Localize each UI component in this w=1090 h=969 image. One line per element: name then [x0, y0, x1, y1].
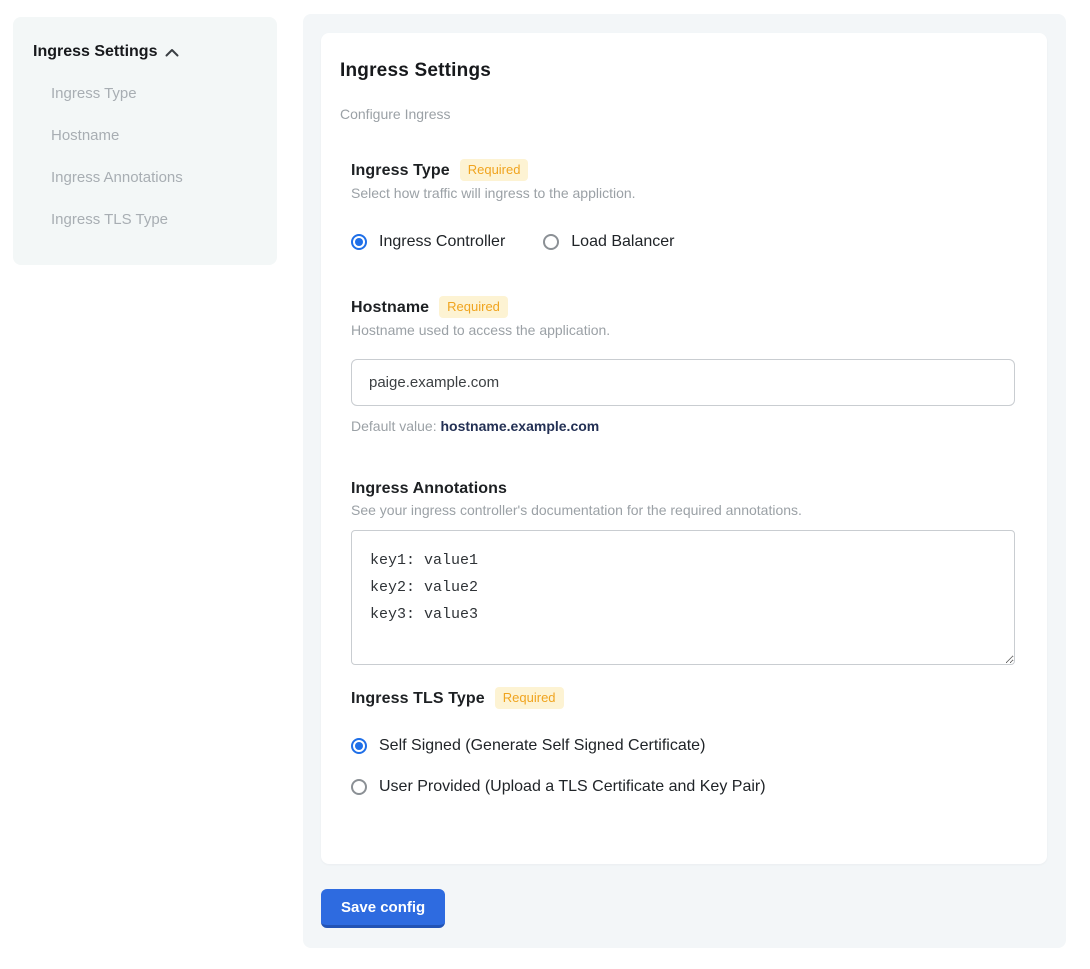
hostname-label-row: Hostname Required: [351, 296, 1015, 318]
sidebar-item-ingress-annotations[interactable]: Ingress Annotations: [51, 169, 257, 187]
radio-option-user-provided[interactable]: User Provided (Upload a TLS Certificate …: [351, 777, 1015, 797]
radio-selected-icon[interactable]: [351, 738, 367, 754]
ingress-settings-card: Ingress Settings Configure Ingress Ingre…: [321, 33, 1047, 864]
hostname-help: Hostname used to access the application.: [351, 322, 1015, 339]
sidebar-group-label: Ingress Settings: [33, 43, 157, 61]
settings-sidebar: Ingress Settings Ingress Type Hostname I…: [13, 17, 277, 265]
radio-option-load-balancer[interactable]: Load Balancer: [543, 232, 674, 252]
section-hostname: Hostname Required Hostname used to acces…: [351, 296, 1015, 435]
chevron-up-icon: [165, 48, 179, 57]
radio-option-self-signed[interactable]: Self Signed (Generate Self Signed Certif…: [351, 736, 1015, 756]
required-badge: Required: [460, 159, 529, 181]
radio-label: Load Balancer: [571, 232, 674, 252]
required-badge: Required: [439, 296, 508, 318]
radio-unselected-icon[interactable]: [543, 234, 559, 250]
default-value-text: hostname.example.com: [441, 418, 600, 434]
sidebar-item-ingress-tls-type[interactable]: Ingress TLS Type: [51, 211, 257, 229]
radio-option-ingress-controller[interactable]: Ingress Controller: [351, 232, 505, 252]
ingress-type-label: Ingress Type: [351, 161, 450, 180]
section-ingress-type: Ingress Type Required Select how traffic…: [351, 159, 1015, 252]
sidebar-item-list: Ingress Type Hostname Ingress Annotation…: [51, 85, 257, 229]
form-sections: Ingress Type Required Select how traffic…: [351, 159, 1015, 797]
section-ingress-annotations: Ingress Annotations See your ingress con…: [351, 479, 1015, 665]
section-ingress-tls-type: Ingress TLS Type Required Self Signed (G…: [351, 687, 1015, 797]
tls-label: Ingress TLS Type: [351, 689, 485, 708]
annotations-textarea[interactable]: key1: value1 key2: value2 key3: value3: [351, 530, 1015, 665]
tls-label-row: Ingress TLS Type Required: [351, 687, 1015, 709]
radio-label: Ingress Controller: [379, 232, 505, 252]
hostname-label: Hostname: [351, 298, 429, 317]
hostname-default-note: Default value: hostname.example.com: [351, 418, 1015, 435]
sidebar-item-ingress-type[interactable]: Ingress Type: [51, 85, 257, 103]
page-subtitle: Configure Ingress: [340, 106, 1015, 123]
save-config-button[interactable]: Save config: [321, 889, 445, 928]
annotations-help: See your ingress controller's documentat…: [351, 502, 1015, 519]
required-badge: Required: [495, 687, 564, 709]
radio-selected-icon[interactable]: [351, 234, 367, 250]
sidebar-item-hostname[interactable]: Hostname: [51, 127, 257, 145]
ingress-type-help: Select how traffic will ingress to the a…: [351, 185, 1015, 202]
annotations-label-row: Ingress Annotations: [351, 479, 1015, 498]
annotations-label: Ingress Annotations: [351, 479, 507, 498]
tls-radio-group: Self Signed (Generate Self Signed Certif…: [351, 736, 1015, 797]
sidebar-group-ingress-settings[interactable]: Ingress Settings: [33, 43, 257, 61]
default-value-prefix: Default value:: [351, 418, 441, 434]
page-title: Ingress Settings: [340, 60, 1015, 82]
ingress-type-radio-group: Ingress Controller Load Balancer: [351, 232, 1015, 252]
ingress-settings-panel: Ingress Settings Configure Ingress Ingre…: [303, 14, 1066, 948]
radio-label: Self Signed (Generate Self Signed Certif…: [379, 736, 705, 756]
ingress-type-label-row: Ingress Type Required: [351, 159, 1015, 181]
radio-unselected-icon[interactable]: [351, 779, 367, 795]
hostname-input[interactable]: [351, 359, 1015, 406]
radio-label: User Provided (Upload a TLS Certificate …: [379, 777, 766, 797]
